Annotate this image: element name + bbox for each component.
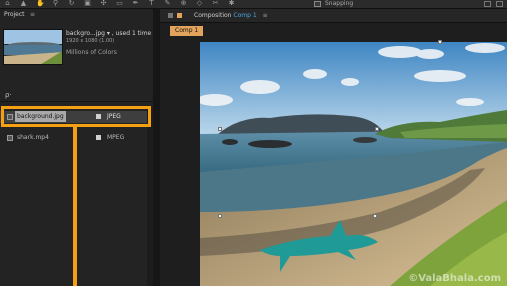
file-info-size: 1920 x 1080 (1.00) — [66, 38, 115, 44]
file-type: MPEG — [107, 134, 125, 141]
project-search[interactable]: ρ· — [0, 88, 153, 102]
snapping-checkbox[interactable] — [314, 1, 321, 7]
pan-icon[interactable]: ✣ — [100, 0, 107, 7]
composition-title-name: Comp 1 — [233, 12, 257, 19]
composition-panel: Composition Comp 1 ≡ Comp 1 ©ValaBhala.c… — [160, 9, 507, 286]
search-icon[interactable]: ρ· — [5, 91, 12, 99]
camera-icon[interactable]: ▣ — [84, 0, 91, 7]
rotate-icon[interactable]: ↻ — [68, 0, 75, 7]
highlight-line — [73, 127, 77, 286]
eraser-icon[interactable]: ◇ — [196, 0, 203, 7]
background-image — [200, 42, 507, 286]
file-info-colors: Millions of Colors — [66, 49, 117, 56]
home-icon[interactable]: ⌂ — [4, 0, 11, 7]
composition-viewer[interactable]: ©ValaBhala.com — [200, 42, 507, 286]
composition-icon — [177, 13, 182, 18]
transform-handle[interactable] — [218, 214, 222, 218]
pen-icon[interactable]: ✒ — [132, 0, 139, 7]
label-color-tag[interactable] — [96, 135, 101, 140]
snapping-label: Snapping — [325, 0, 354, 7]
zoom-icon[interactable]: ⚲ — [52, 0, 59, 7]
project-tab[interactable]: Project — [4, 11, 25, 18]
composition-title-prefix: Composition — [194, 12, 232, 19]
clone-icon[interactable]: ⊕ — [180, 0, 187, 7]
roto-icon[interactable]: ✂ — [212, 0, 219, 7]
video-file-icon — [7, 135, 13, 141]
workspace-icon[interactable] — [484, 1, 491, 7]
highlight-box — [1, 106, 151, 127]
composition-menu-icon[interactable]: ≡ — [263, 12, 268, 19]
watermark-text: ©ValaBhala.com — [408, 273, 501, 284]
thumbnail-preview — [3, 29, 63, 65]
transform-handle[interactable] — [375, 127, 379, 131]
comp-1-tab[interactable]: Comp 1 — [170, 26, 204, 36]
brush-icon[interactable]: ✎ — [164, 0, 171, 7]
top-toolbar: ⌂ ▲ ✋ ⚲ ↻ ▣ ✣ ▭ ✒ T ✎ ⊕ ◇ ✂ ✱ Snapping — [0, 0, 507, 9]
puppet-icon[interactable]: ✱ — [228, 0, 235, 7]
hand-icon[interactable]: ✋ — [36, 0, 45, 7]
anchor-point-handle[interactable] — [373, 214, 377, 218]
file-info-name: backgro...jpg ▾ , used 1 time — [66, 30, 152, 37]
rectangle-icon[interactable]: ▭ — [116, 0, 123, 7]
transform-handle[interactable] — [218, 127, 222, 131]
search-help-icon[interactable] — [496, 1, 503, 7]
panel-divider[interactable] — [153, 9, 160, 286]
text-icon[interactable]: T — [148, 0, 155, 7]
lock-icon[interactable] — [168, 13, 173, 18]
composition-header: Composition Comp 1 ≡ — [160, 9, 507, 23]
transform-handle[interactable] — [438, 40, 442, 44]
selection-icon[interactable]: ▲ — [20, 0, 27, 7]
file-info: backgro...jpg ▾ , used 1 time 1920 x 108… — [66, 29, 152, 57]
composition-title[interactable]: Composition Comp 1 ≡ — [194, 12, 268, 19]
file-name: shark.mp4 — [17, 134, 49, 141]
panel-menu-icon[interactable]: ≡ — [30, 11, 35, 18]
